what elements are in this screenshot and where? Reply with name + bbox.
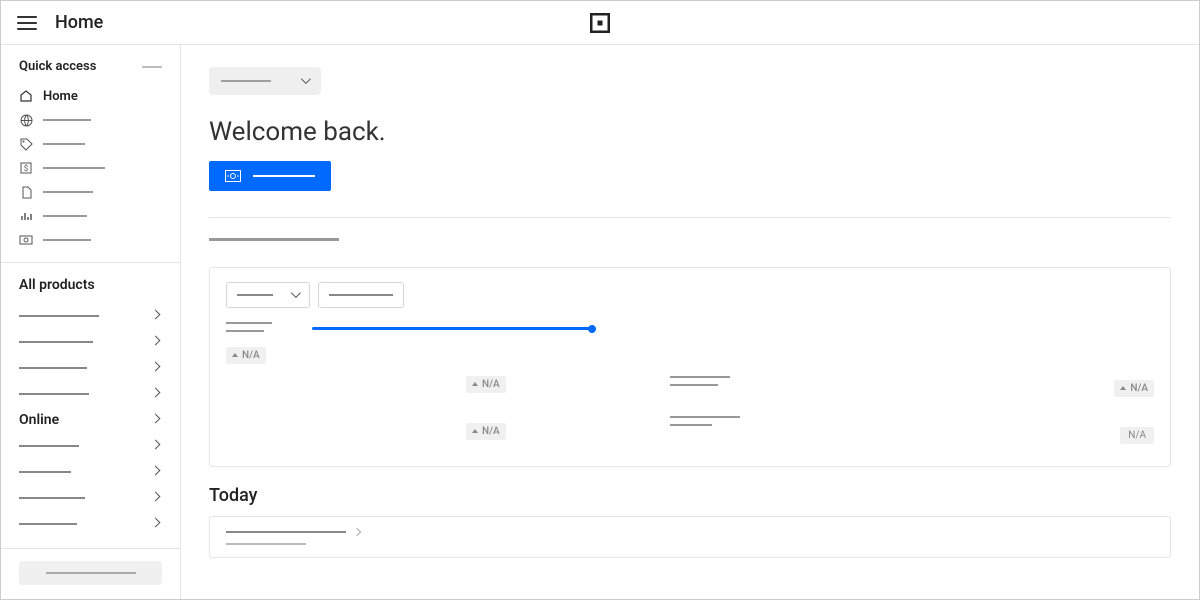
dollar-icon: $ (19, 161, 33, 175)
tag-icon (19, 137, 33, 151)
sidebar-footer-button[interactable] (19, 561, 162, 585)
triangle-up-icon (472, 429, 478, 433)
sidebar-row[interactable] (19, 329, 162, 355)
globe-icon (19, 113, 33, 127)
sidebar-item-label (43, 215, 87, 217)
sidebar-item[interactable] (19, 180, 162, 204)
sidebar-row-online[interactable]: Online (19, 407, 162, 433)
sidebar-item[interactable] (19, 204, 162, 228)
sidebar-row[interactable] (19, 485, 162, 511)
cash-icon (225, 170, 241, 182)
collapse-icon (142, 66, 162, 68)
square-logo-icon (590, 13, 610, 33)
sidebar-item-home[interactable]: Home (19, 84, 162, 108)
sidebar: Quick access Home $ (1, 45, 181, 599)
main-content: Welcome back. (181, 45, 1199, 599)
chevron-right-icon (152, 337, 162, 347)
menu-icon[interactable] (17, 16, 37, 30)
sidebar-row[interactable] (19, 355, 162, 381)
chevron-right-icon (353, 527, 361, 535)
filter-input[interactable] (318, 282, 404, 308)
stats-panel: N/A N/A N/A (209, 267, 1171, 467)
sidebar-row[interactable] (19, 433, 162, 459)
welcome-heading: Welcome back. (209, 117, 1171, 147)
today-sub-label (226, 543, 306, 545)
primary-action-button[interactable] (209, 161, 331, 191)
sidebar-item[interactable] (19, 108, 162, 132)
chevron-right-icon (152, 311, 162, 321)
sidebar-row[interactable] (19, 303, 162, 329)
triangle-up-icon (1120, 386, 1126, 390)
na-badge: N/A (226, 347, 266, 364)
document-icon (19, 185, 33, 199)
filter-select[interactable] (226, 282, 310, 308)
sidebar-item-label (43, 239, 91, 241)
triangle-up-icon (232, 353, 238, 357)
button-label (253, 175, 315, 177)
chevron-right-icon (152, 493, 162, 503)
sidebar-row[interactable] (19, 511, 162, 537)
quick-access-header[interactable]: Quick access (19, 59, 162, 74)
sidebar-item[interactable] (19, 228, 162, 252)
na-badge: N/A (1120, 427, 1154, 444)
svg-text:$: $ (24, 164, 29, 173)
sidebar-item-label (43, 119, 91, 121)
na-badge: N/A (1114, 380, 1154, 397)
sidebar-item-label (43, 167, 105, 169)
na-badge: N/A (466, 376, 506, 393)
all-products-header: All products (19, 277, 162, 293)
chevron-down-icon (301, 77, 309, 85)
location-selector[interactable] (209, 67, 321, 95)
page-title: Home (55, 12, 103, 33)
sidebar-row[interactable] (19, 459, 162, 485)
chevron-right-icon (152, 363, 162, 373)
sidebar-item-label (43, 191, 93, 193)
triangle-up-icon (472, 382, 478, 386)
chevron-right-icon (152, 467, 162, 477)
chevron-right-icon (152, 519, 162, 529)
section-heading (209, 238, 339, 241)
quick-access-label: Quick access (19, 59, 96, 74)
today-item[interactable] (226, 529, 1154, 535)
chevron-right-icon (152, 415, 162, 425)
sidebar-item-label: Home (43, 89, 78, 104)
progress-dot (588, 325, 596, 333)
na-badge: N/A (466, 423, 506, 440)
chevron-right-icon (152, 441, 162, 451)
home-icon (19, 89, 33, 103)
today-heading: Today (209, 485, 1171, 506)
sidebar-row[interactable] (19, 381, 162, 407)
progress-bar (312, 327, 592, 330)
chart-icon (19, 209, 33, 223)
sidebar-footer-label (46, 572, 136, 574)
cash-icon (19, 233, 33, 247)
chevron-down-icon (291, 291, 299, 299)
sidebar-item[interactable] (19, 132, 162, 156)
selector-label (221, 80, 271, 82)
today-panel (209, 516, 1171, 558)
sidebar-item[interactable]: $ (19, 156, 162, 180)
sidebar-item-label (43, 143, 85, 145)
chevron-right-icon (152, 389, 162, 399)
top-bar: Home (1, 1, 1199, 45)
